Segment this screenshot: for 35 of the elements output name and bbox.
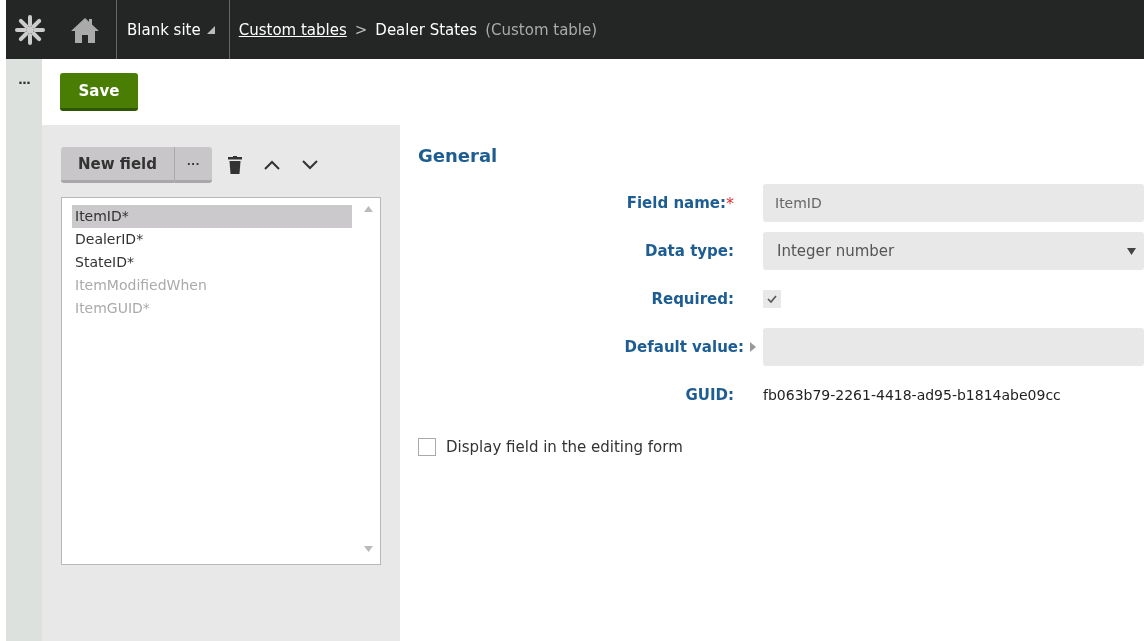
asterisk-logo-icon[interactable] [15, 14, 45, 45]
save-button[interactable]: Save [60, 73, 138, 111]
expand-arrow-icon[interactable] [750, 342, 756, 352]
guid-value: fb063b79-2261-4418-ad95-b1814abe09cc [763, 387, 1061, 403]
caret-icon [1127, 247, 1136, 255]
chevron-down-icon [302, 160, 318, 170]
select-value: Integer number [777, 242, 895, 260]
field-label: GUID: [685, 386, 734, 404]
field-label: Data type: [645, 242, 734, 260]
field-label: Required: [651, 290, 734, 308]
field-list-item[interactable]: StateID* [72, 251, 352, 274]
required-mark: * [726, 193, 734, 213]
field-list-item[interactable]: ItemID* [72, 205, 352, 228]
menu-dots[interactable]: ··· [18, 75, 30, 91]
field-list-item[interactable]: DealerID* [72, 228, 352, 251]
checkbox-label: Display field in the editing form [446, 438, 683, 456]
page-type: (Custom table) [485, 20, 598, 39]
chevron-up-icon [264, 160, 280, 170]
trash-icon [228, 156, 242, 174]
caret-icon [206, 25, 215, 34]
checkbox[interactable] [418, 438, 436, 456]
check-icon [767, 295, 777, 303]
new-field-button[interactable]: New field [61, 147, 174, 183]
field-label: Field name: [626, 194, 726, 212]
checkbox[interactable] [763, 290, 781, 308]
text-input[interactable]: ItemID [763, 184, 1144, 222]
site-selector[interactable]: Blank site [127, 20, 201, 39]
page-title: Dealer States [375, 20, 478, 39]
breadcrumb-link[interactable]: Custom tables [238, 20, 347, 39]
section-title: General [418, 145, 499, 166]
select-field[interactable]: Integer number [763, 232, 1144, 270]
field-label: Default value: [624, 338, 744, 356]
breadcrumb-separator: > [354, 20, 368, 39]
home-icon[interactable] [70, 15, 100, 44]
more-button[interactable]: ··· [174, 147, 212, 183]
